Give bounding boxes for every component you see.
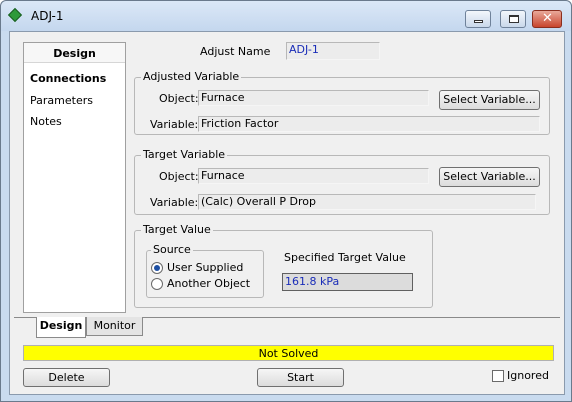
minimize-button[interactable] (465, 10, 491, 28)
adjust-name-field[interactable]: ADJ-1 (286, 42, 380, 60)
tab-monitor[interactable]: Monitor (86, 317, 143, 336)
adjust-window: ADJ-1 ✕ Design Connections Parameters No… (0, 0, 572, 402)
another-object-radio[interactable] (151, 278, 163, 290)
source-title: Source (151, 243, 193, 256)
adjusted-object-field[interactable]: Furnace (198, 90, 429, 106)
target-object-field[interactable]: Furnace (198, 168, 429, 184)
ignored-checkbox[interactable] (492, 370, 504, 382)
target-object-label: Object: (159, 170, 199, 183)
target-variable-label: Variable: (150, 196, 199, 209)
start-button[interactable]: Start (257, 368, 344, 387)
close-icon: ✕ (542, 11, 553, 26)
user-supplied-label[interactable]: User Supplied (167, 261, 243, 274)
sidebar-item-notes[interactable]: Notes (30, 115, 62, 128)
adjusted-variable-field[interactable]: Friction Factor (198, 116, 540, 132)
sidebar: Design Connections Parameters Notes (23, 42, 126, 313)
tab-design[interactable]: Design (36, 317, 86, 338)
delete-button[interactable]: Delete (23, 368, 110, 387)
adjusted-select-variable-button[interactable]: Select Variable... (439, 90, 540, 110)
source-group: Source (146, 243, 264, 298)
another-object-label[interactable]: Another Object (167, 277, 250, 290)
adjusted-variable-label: Variable: (150, 118, 199, 131)
sidebar-item-connections[interactable]: Connections (30, 72, 106, 85)
status-bar: Not Solved (23, 345, 554, 361)
maximize-button[interactable] (500, 10, 526, 28)
app-diamond-icon (7, 7, 23, 23)
target-variable-field[interactable]: (Calc) Overall P Drop (198, 194, 536, 210)
adjusted-variable-title: Adjusted Variable (141, 70, 242, 83)
client-area: Design Connections Parameters Notes Adju… (9, 31, 565, 395)
adjust-name-label: Adjust Name (200, 45, 271, 58)
adjusted-object-label: Object: (159, 92, 199, 105)
minimize-icon (474, 20, 483, 23)
title-bar[interactable]: ADJ-1 ✕ (1, 1, 571, 31)
specified-target-value-label: Specified Target Value (284, 251, 406, 264)
specified-target-value-field[interactable]: 161.8 kPa (282, 273, 413, 291)
target-variable-title: Target Variable (141, 148, 228, 161)
sidebar-item-parameters[interactable]: Parameters (30, 94, 93, 107)
target-select-variable-button[interactable]: Select Variable... (439, 167, 540, 187)
user-supplied-radio[interactable] (151, 262, 163, 274)
close-button[interactable]: ✕ (532, 10, 562, 28)
ignored-label[interactable]: Ignored (507, 369, 549, 382)
window-title: ADJ-1 (31, 9, 64, 23)
maximize-icon (509, 15, 519, 23)
sidebar-header: Design (24, 43, 125, 63)
target-value-title: Target Value (141, 223, 213, 236)
